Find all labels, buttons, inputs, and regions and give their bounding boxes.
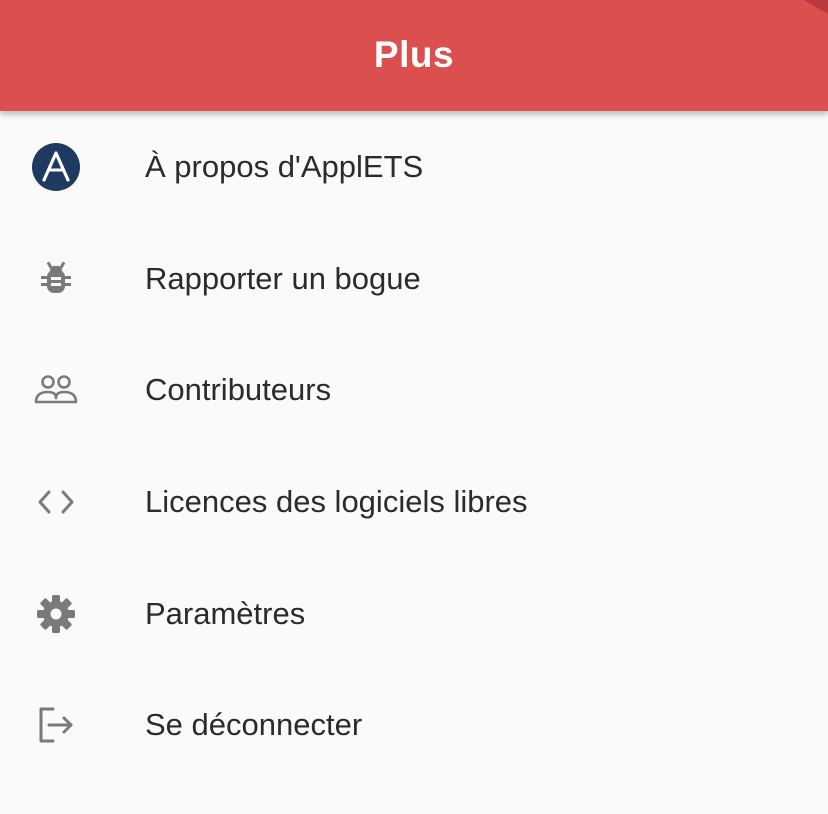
menu-item-label: À propos d'ApplETS (145, 148, 424, 184)
app-bar: Plus (0, 0, 828, 111)
code-brackets-icon (30, 476, 82, 528)
menu-item-about[interactable]: À propos d'ApplETS (0, 111, 828, 223)
menu-item-label: Rapporter un bogue (145, 260, 421, 296)
bug-icon (30, 253, 82, 305)
more-menu-list: À propos d'ApplETS Rapporter un bogue Co… (0, 111, 828, 781)
page-title: Plus (373, 34, 455, 75)
menu-item-settings[interactable]: Paramètres (0, 558, 828, 670)
menu-item-label: Licences des logiciels libres (145, 483, 528, 519)
applets-logo-icon (30, 141, 82, 193)
menu-item-logout[interactable]: Se déconnecter (0, 669, 828, 781)
menu-item-report-bug[interactable]: Rapporter un bogue (0, 223, 828, 335)
menu-item-label: Contributeurs (145, 372, 332, 408)
menu-item-label: Paramètres (145, 595, 306, 631)
menu-item-contributors[interactable]: Contributeurs (0, 334, 828, 446)
logout-icon (30, 699, 82, 751)
menu-item-label: Se déconnecter (145, 707, 363, 743)
people-icon (30, 364, 82, 416)
gear-icon (30, 588, 82, 640)
menu-item-licenses[interactable]: Licences des logiciels libres (0, 446, 828, 558)
corner-decoration (804, 0, 828, 14)
